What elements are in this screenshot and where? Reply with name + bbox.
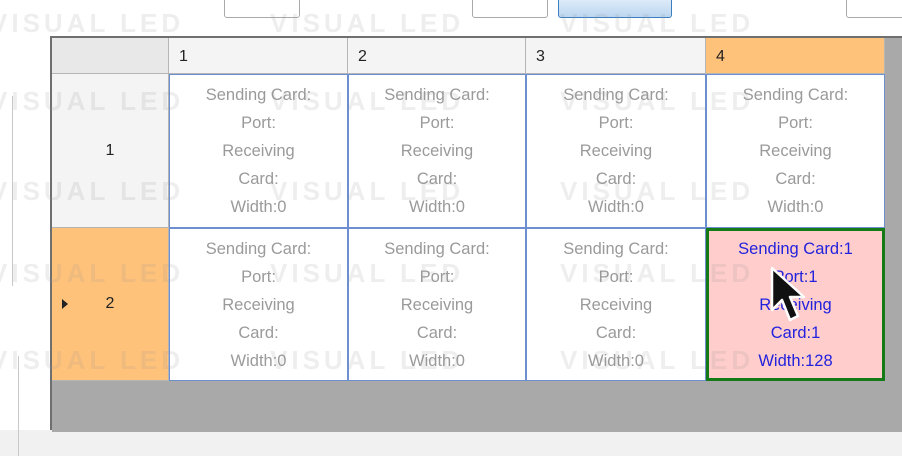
receiving-text: Receiving bbox=[400, 295, 474, 314]
sending-card-text: Sending Card: bbox=[384, 239, 490, 258]
column-header-1[interactable]: 1 bbox=[169, 38, 348, 74]
card-text: Card: bbox=[238, 323, 279, 342]
width-text: Width:0 bbox=[230, 198, 287, 216]
card-text: Card: bbox=[238, 170, 279, 188]
grid-cell[interactable]: Sending Card: Port: Receiving Card: Widt… bbox=[348, 74, 526, 228]
receiving-text: Receiving bbox=[222, 295, 295, 314]
width-text: Width:128 bbox=[758, 351, 833, 370]
card-text: Card: bbox=[416, 323, 458, 342]
row-indicator-icon bbox=[62, 299, 68, 309]
width-text: Width:0 bbox=[230, 351, 287, 370]
column-header-label: 1 bbox=[179, 48, 188, 65]
port-text: Port: bbox=[598, 114, 634, 132]
grid-cell[interactable]: Sending Card: Port: Receiving Card: Widt… bbox=[706, 74, 885, 228]
grid-corner bbox=[52, 38, 169, 74]
sending-card-text: Sending Card: bbox=[205, 86, 312, 104]
sending-card-text: Sending Card:1 bbox=[738, 239, 853, 258]
card-text: Card: bbox=[416, 170, 458, 188]
receiving-text: Receiving bbox=[579, 295, 653, 314]
receiving-text: Receiving bbox=[759, 295, 832, 314]
grid-cell[interactable]: Sending Card: Port: Receiving Card: Widt… bbox=[169, 228, 348, 381]
grid-cell[interactable]: Sending Card: Port: Receiving Card: Widt… bbox=[526, 228, 706, 381]
selected-grid-cell[interactable]: Sending Card:1 Port:1 Receiving Card:1 W… bbox=[706, 228, 885, 381]
sending-card-text: Sending Card: bbox=[742, 86, 849, 104]
column-header-label: 2 bbox=[358, 48, 367, 65]
sending-card-text: Sending Card: bbox=[205, 239, 312, 258]
divider bbox=[12, 96, 13, 286]
width-text: Width:0 bbox=[588, 351, 644, 370]
grid-cell[interactable]: Sending Card: Port: Receiving Card: Widt… bbox=[169, 74, 348, 228]
receiving-text: Receiving bbox=[759, 142, 832, 160]
sending-card-text: Sending Card: bbox=[384, 86, 490, 104]
width-text: Width:0 bbox=[588, 198, 644, 216]
receiving-text: Receiving bbox=[222, 142, 295, 160]
toolbar-control[interactable] bbox=[846, 0, 902, 18]
width-text: Width:0 bbox=[767, 198, 824, 216]
column-header-label: 4 bbox=[716, 48, 725, 65]
port-text: Port: bbox=[778, 114, 813, 132]
port-text: Port: bbox=[419, 114, 455, 132]
width-text: Width:0 bbox=[409, 351, 465, 370]
row-header-2[interactable]: 2 bbox=[52, 228, 169, 381]
port-text: Port: bbox=[598, 267, 634, 286]
toolbar bbox=[0, 0, 902, 36]
column-header-label: 3 bbox=[536, 48, 545, 65]
row-header-label: 2 bbox=[105, 295, 115, 312]
grid-empty-area bbox=[52, 381, 902, 432]
card-text: Card: bbox=[595, 170, 637, 188]
grid-cell[interactable]: Sending Card: Port: Receiving Card: Widt… bbox=[348, 228, 526, 381]
left-panel bbox=[0, 36, 50, 456]
grid-cell[interactable]: Sending Card: Port: Receiving Card: Widt… bbox=[526, 74, 706, 228]
divider bbox=[18, 356, 19, 456]
receiving-text: Receiving bbox=[400, 142, 474, 160]
sending-card-text: Sending Card: bbox=[563, 239, 669, 258]
toolbar-button[interactable] bbox=[558, 0, 672, 18]
receiving-text: Receiving bbox=[579, 142, 653, 160]
row-header-label: 1 bbox=[105, 141, 115, 159]
row-header-1[interactable]: 1 bbox=[52, 74, 169, 228]
port-text: Port:1 bbox=[773, 267, 818, 286]
toolbar-control[interactable] bbox=[472, 0, 548, 18]
port-text: Port: bbox=[241, 267, 276, 286]
column-header-2[interactable]: 2 bbox=[348, 38, 526, 74]
column-header-3[interactable]: 3 bbox=[526, 38, 706, 74]
receiving-card-grid[interactable]: 1 2 3 4 1 2 Sending Card: Port: Receivin… bbox=[50, 36, 902, 432]
port-text: Port: bbox=[241, 114, 276, 132]
column-header-4[interactable]: 4 bbox=[706, 38, 885, 74]
port-text: Port: bbox=[419, 267, 455, 286]
width-text: Width:0 bbox=[409, 198, 465, 216]
toolbar-control[interactable] bbox=[224, 0, 300, 18]
sending-card-text: Sending Card: bbox=[563, 86, 669, 104]
card-text: Card: bbox=[595, 323, 637, 342]
card-text: Card: bbox=[775, 170, 816, 188]
card-text: Card:1 bbox=[770, 323, 821, 342]
